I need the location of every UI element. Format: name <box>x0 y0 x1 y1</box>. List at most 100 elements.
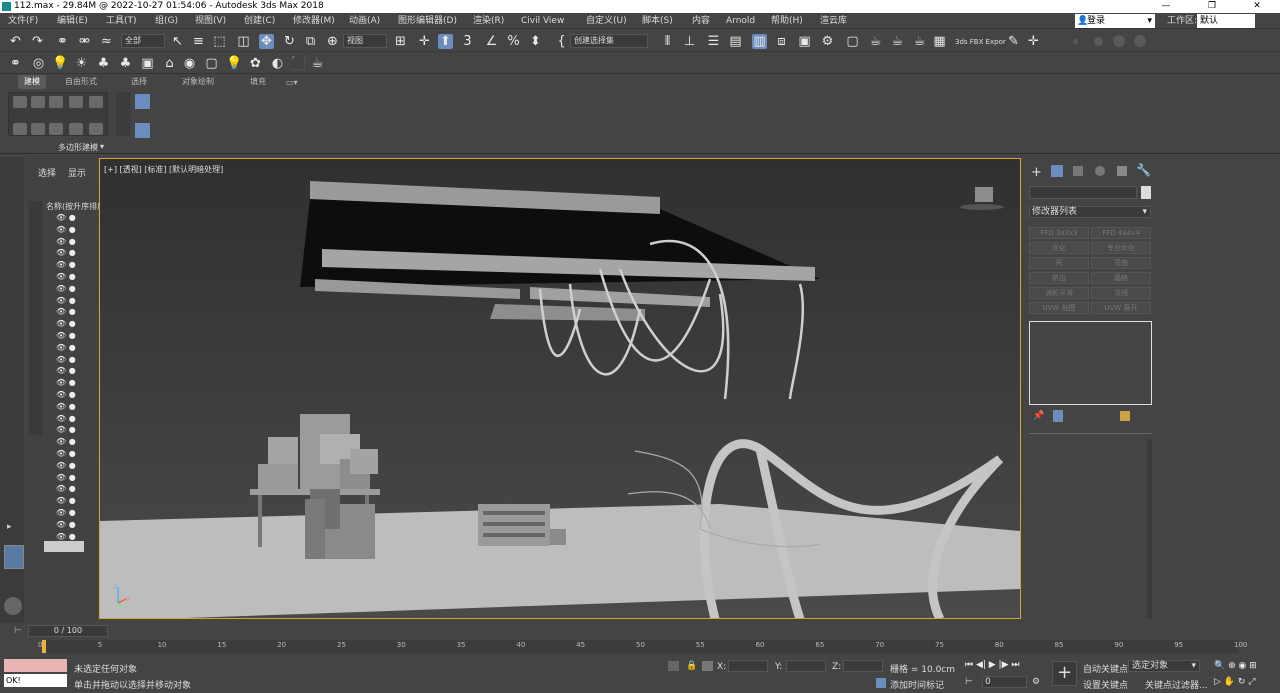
render-dot-icon[interactable]: ● <box>69 390 76 399</box>
render-iterative-icon[interactable]: ☕ <box>890 34 905 49</box>
render-dot-icon[interactable]: ● <box>69 532 76 541</box>
tree-icon[interactable]: ♣ <box>96 56 111 71</box>
render-dot-icon[interactable]: ● <box>69 378 76 387</box>
explorer-row[interactable]: 👁 ● <box>56 461 96 472</box>
menu-modifiers[interactable]: 修改器(M) <box>293 13 335 29</box>
mod-bend-button[interactable]: 弯曲 <box>1091 257 1151 269</box>
light-lister-icon[interactable]: 💡 <box>226 56 242 71</box>
mod-uvw-map-button[interactable]: UVW 贴图 <box>1029 302 1089 314</box>
eye-icon[interactable]: 👁 <box>56 355 66 364</box>
settings-icon[interactable] <box>135 123 150 138</box>
explorer-row[interactable]: 👁 ● <box>56 225 96 236</box>
expand-arrow-icon[interactable]: ▸ <box>7 522 12 532</box>
snap-3d-icon[interactable]: 3 <box>460 34 475 49</box>
menu-scripting[interactable]: 脚本(S) <box>642 13 673 29</box>
eye-icon[interactable]: 👁 <box>56 425 66 434</box>
explorer-row[interactable]: 👁 ● <box>56 355 96 366</box>
y-coordinate-field[interactable] <box>786 660 826 672</box>
chevron-down-icon[interactable]: ▾ <box>100 142 104 151</box>
schematic-view-icon[interactable]: ⧈ <box>774 34 789 49</box>
render-dot-icon[interactable]: ● <box>69 366 76 375</box>
render-frame-icon[interactable]: ▢ <box>845 34 860 49</box>
window-crossing-icon[interactable]: ◫ <box>236 34 251 49</box>
select-object-icon[interactable]: ↖ <box>170 34 185 49</box>
tab-object-paint[interactable]: 对象绘制 <box>182 75 214 89</box>
select-manipulate-icon[interactable]: ✛ <box>417 34 432 49</box>
mod-normal-button[interactable]: 法线 <box>1091 287 1151 299</box>
eye-icon[interactable]: 👁 <box>56 437 66 446</box>
key-filters-button[interactable]: 关键点过滤器... <box>1145 678 1208 691</box>
fbx-export-label[interactable]: 3ds FBX Expor <box>955 38 1006 46</box>
mod-ffd444-button[interactable]: FFD 4x4x4 <box>1091 227 1151 239</box>
explorer-hscroll[interactable] <box>44 541 84 552</box>
repeat-icon[interactable] <box>89 123 103 135</box>
explorer-row[interactable]: 👁 ● <box>56 272 96 283</box>
maxscript-input[interactable]: OK! <box>4 674 67 687</box>
menu-edit[interactable]: 编辑(E) <box>57 13 88 29</box>
settings-gear-icon[interactable] <box>4 597 22 615</box>
utilities-tab-icon[interactable]: 🔧 <box>1136 163 1151 177</box>
create-tab-icon[interactable]: + <box>1031 165 1042 180</box>
z-coordinate-field[interactable] <box>843 660 883 672</box>
modifier-stack[interactable] <box>1029 321 1152 405</box>
time-config-icon[interactable]: ⊢ <box>14 626 22 636</box>
viewport-nav-controls-2[interactable]: ▷ ✋ ↻ ⤢ <box>1214 677 1255 687</box>
eye-icon[interactable]: 👁 <box>56 225 66 234</box>
key-mode-icon[interactable]: ⊢ <box>965 677 973 687</box>
explorer-row[interactable]: 👁 ● <box>56 437 96 448</box>
menu-help[interactable]: 帮助(H) <box>771 13 803 29</box>
maximize-button[interactable]: ❐ <box>1189 0 1235 13</box>
render-dot-icon[interactable]: ● <box>69 520 76 529</box>
explorer-row[interactable]: 👁 ● <box>56 331 96 342</box>
move-icon[interactable]: ✥ <box>259 34 274 49</box>
modify-tab-icon[interactable] <box>1051 165 1063 177</box>
angle-snap-icon[interactable]: ∠ <box>484 34 499 49</box>
menu-group[interactable]: 组(G) <box>155 13 178 29</box>
preserve-uv-icon[interactable] <box>69 123 83 135</box>
eye-icon[interactable]: 👁 <box>56 484 66 493</box>
percent-snap-icon[interactable]: % <box>506 34 521 49</box>
render-icon[interactable]: ☕ <box>868 34 883 49</box>
walkthrough-icon[interactable]: ⚭ <box>8 56 23 71</box>
eye-icon[interactable]: 👁 <box>56 366 66 375</box>
eye-icon[interactable]: 👁 <box>56 532 66 541</box>
render-dot-icon[interactable]: ● <box>69 343 76 352</box>
explorer-row[interactable]: 👁 ● <box>56 520 96 531</box>
polygon-icon[interactable] <box>69 96 83 108</box>
render-dot-icon[interactable]: ● <box>69 425 76 434</box>
current-frame-field[interactable]: 0 <box>982 676 1027 688</box>
asset-tracking-icon[interactable]: ⬛ <box>290 56 306 71</box>
eye-icon[interactable]: 👁 <box>56 402 66 411</box>
render-dot-icon[interactable]: ● <box>69 414 76 423</box>
viewport-label[interactable]: [+] [透视] [标准] [默认明暗处理] <box>104 164 223 175</box>
menu-rendering[interactable]: 渲染(R) <box>473 13 504 29</box>
render-dot-icon[interactable]: ● <box>69 307 76 316</box>
rotate-icon[interactable]: ↻ <box>282 34 297 49</box>
set-key-button[interactable]: 设置关键点 <box>1083 678 1128 691</box>
eye-icon[interactable]: 👁 <box>56 414 66 423</box>
eye-icon[interactable]: 👁 <box>56 272 66 281</box>
menu-tools[interactable]: 工具(T) <box>106 13 137 29</box>
redo-icon[interactable]: ↷ <box>30 34 45 49</box>
light-bulb-icon[interactable]: 💡 <box>52 56 68 71</box>
modifier-list-dropdown[interactable]: 修改器列表 ▾ <box>1029 206 1151 218</box>
eye-icon[interactable]: 👁 <box>56 508 66 517</box>
render-dot-icon[interactable]: ● <box>69 213 76 222</box>
eye-icon[interactable]: 👁 <box>56 296 66 305</box>
explorer-row[interactable]: 👁 ● <box>56 307 96 318</box>
mod-lattice-button[interactable]: 晶格 <box>1091 272 1151 284</box>
explorer-row[interactable]: 👁 ● <box>56 378 96 389</box>
pin-stack-icon[interactable]: 📌 <box>1033 411 1044 421</box>
eye-icon[interactable]: 👁 <box>56 343 66 352</box>
explorer-row[interactable]: 👁 ● <box>56 402 96 413</box>
teapot-icon[interactable]: ☕ <box>310 56 325 71</box>
render-dot-icon[interactable]: ● <box>69 496 76 505</box>
bind-spacewarp-icon[interactable]: ≈ <box>99 34 114 49</box>
eye-icon[interactable]: 👁 <box>56 390 66 399</box>
menu-create[interactable]: 创建(C) <box>244 13 275 29</box>
render-dot-icon[interactable]: ● <box>69 319 76 328</box>
menu-views[interactable]: 视图(V) <box>195 13 226 29</box>
collapse-icon[interactable] <box>49 123 63 135</box>
render-dot-icon[interactable]: ● <box>69 473 76 482</box>
menu-customize[interactable]: 自定义(U) <box>586 13 627 29</box>
